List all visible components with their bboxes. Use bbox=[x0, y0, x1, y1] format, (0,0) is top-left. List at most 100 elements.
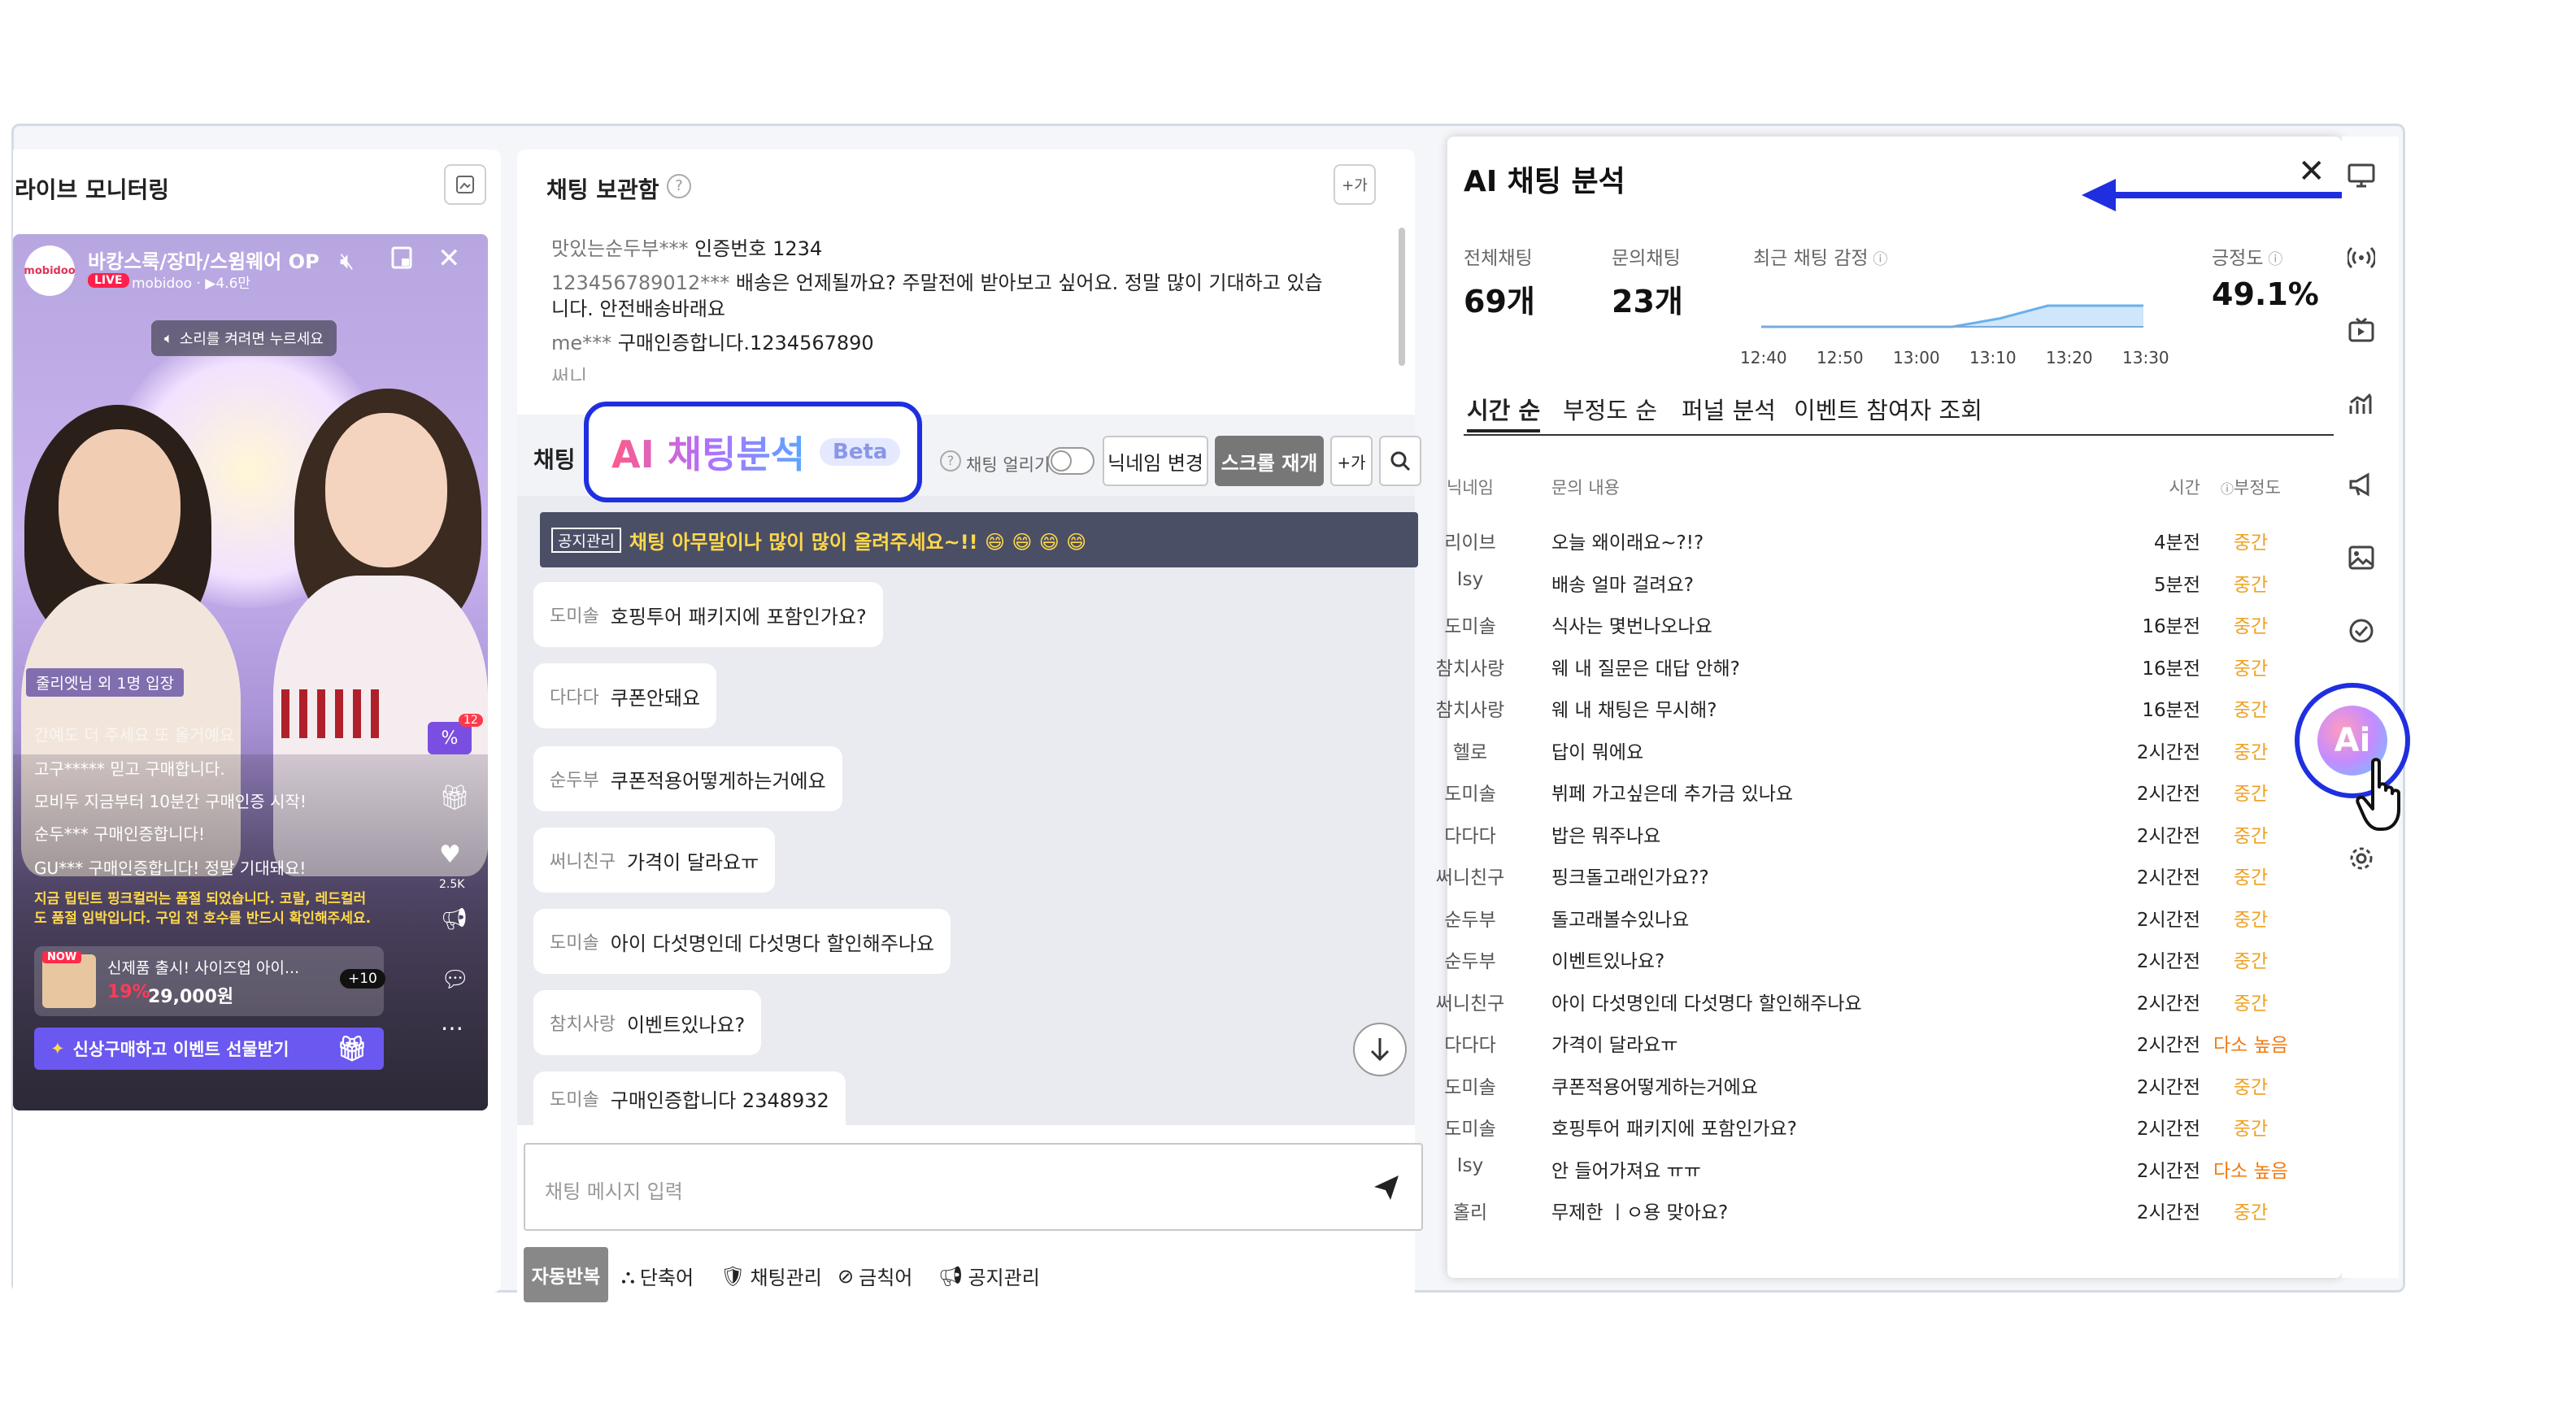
auto-repeat-button[interactable]: 자동반복 bbox=[524, 1247, 608, 1302]
chat-input-placeholder: 채팅 메시지 입력 bbox=[545, 1180, 683, 1203]
help-icon[interactable]: ? bbox=[667, 174, 691, 198]
row-time: 2시간전 bbox=[2136, 951, 2200, 972]
table-row[interactable]: 도미솔 호핑투어 패키지에 포함인가요? 2시간전 중간 bbox=[1431, 1105, 2298, 1145]
check-circle-icon[interactable] bbox=[2345, 615, 2378, 647]
megaphone-icon[interactable] bbox=[2345, 468, 2378, 501]
scroll-down-button[interactable] bbox=[1353, 1023, 1407, 1076]
table-row[interactable]: 참치사랑 웨 내 채팅은 무시해? 16분전 중간 bbox=[1431, 686, 2298, 727]
table-row[interactable]: 순두부 이벤트있나요? 2시간전 중간 bbox=[1431, 937, 2298, 978]
close-icon[interactable]: ✕ bbox=[437, 242, 461, 275]
row-message: 밥은 뭐주나요 bbox=[1551, 825, 1661, 847]
row-message: 배송 얼마 걸려요? bbox=[1551, 574, 1694, 596]
table-row[interactable]: 홀리 무제한 ㅣㅇ용 맞아요? 2시간전 중간 bbox=[1431, 1189, 2298, 1229]
row-nick: Isy bbox=[1456, 568, 1484, 590]
chat-bubble[interactable]: 다다다 쿠폰안돼요 bbox=[533, 663, 717, 728]
video-icon[interactable] bbox=[2345, 314, 2378, 346]
live-chat-0: 간예도 더 주세요 또 올거예요 bbox=[34, 725, 235, 745]
freeze-toggle[interactable] bbox=[1047, 447, 1094, 475]
table-row[interactable]: 써니친구 아이 다섯명인데 다섯명다 할인해주나요 2시간전 중간 bbox=[1431, 980, 2298, 1020]
freeze-help-icon[interactable]: ? bbox=[940, 450, 961, 471]
host-right-face bbox=[325, 413, 447, 567]
product-name: 신제품 출시! 사이즈업 아이... bbox=[107, 959, 300, 977]
col-msg: 문의 내용 bbox=[1551, 478, 1620, 498]
live-chat-3: 순두*** 구매인증합니다! bbox=[34, 824, 205, 844]
notice-manage-button[interactable]: 📢︎ 공지관리 bbox=[938, 1262, 1040, 1290]
row-time: 2시간전 bbox=[2136, 1035, 2200, 1056]
heart-icon[interactable]: ♥ bbox=[439, 841, 461, 869]
event-button[interactable]: ✦ 신상구매하고 이벤트 선물받기 🎁︎ bbox=[34, 1028, 384, 1070]
gift-icon[interactable]: 🎁︎ bbox=[439, 784, 470, 812]
chat-bubble[interactable]: 순두부 쿠폰적용어떻게하는거에요 bbox=[533, 746, 842, 811]
table-row[interactable]: 도미솔 뷔페 가고싶은데 추가금 있나요 2시간전 중간 bbox=[1431, 770, 2298, 810]
nickname-button[interactable]: 닉네임 변경 bbox=[1103, 436, 1208, 486]
announce-icon[interactable]: 📢︎ bbox=[441, 907, 468, 932]
chat-input[interactable]: 채팅 메시지 입력 bbox=[524, 1143, 1423, 1231]
row-negativity: 중간 bbox=[2233, 1119, 2269, 1140]
search-button[interactable] bbox=[1379, 436, 1421, 486]
scroll-resume-button[interactable]: 스크롤 재개 bbox=[1215, 436, 1324, 486]
row-nick: 다다다 bbox=[1444, 1035, 1496, 1056]
chat-bubble[interactable]: 도미솔 구매인증합니다 2348932 bbox=[533, 1071, 846, 1125]
table-row[interactable]: 써니친구 핑크돌고래인가요?? 2시간전 중간 bbox=[1431, 854, 2298, 894]
sentiment-info-icon[interactable]: ⓘ bbox=[1869, 251, 1887, 268]
shortcut-button[interactable]: ⛬ 단축어 bbox=[621, 1262, 694, 1290]
chat-bubble[interactable]: 참치사랑 이벤트있나요? bbox=[533, 990, 762, 1055]
event-button-label: 신상구매하고 이벤트 선물받기 bbox=[72, 1040, 289, 1059]
sparkle-icon: ✦ bbox=[50, 1039, 65, 1058]
live-chat-2: 모비두 지금부터 10분간 구매인증 시작! bbox=[34, 792, 307, 811]
coupon-badge[interactable]: % bbox=[428, 722, 472, 754]
live-chat-1: 고구***** 믿고 구매합니다. bbox=[34, 759, 225, 779]
font-size-button[interactable]: +가 bbox=[1330, 436, 1373, 486]
more-icon[interactable]: ⋯ bbox=[441, 1015, 463, 1041]
live-video-player[interactable]: mobidoo 바캉스룩/장마/스윔웨어 OP LIVE mobidoo · ▶… bbox=[13, 234, 488, 1110]
freeze-label: 채팅 얼리기 bbox=[966, 455, 1051, 475]
row-nick: 순두부 bbox=[1444, 909, 1496, 931]
analytics-icon[interactable] bbox=[2345, 387, 2378, 419]
shortcut-icon: ⛬ bbox=[621, 1264, 635, 1288]
table-row[interactable]: 헬로 답이 뭐에요 2시간전 중간 bbox=[1431, 728, 2298, 769]
bubble-nick: 다다다 bbox=[550, 688, 599, 708]
tab-funnel-analysis[interactable]: 퍼널 분석 bbox=[1682, 392, 1776, 432]
ai-chat-analysis-button[interactable]: AI 채팅분석 Beta bbox=[584, 402, 922, 502]
tab-negativity-order[interactable]: 부정도 순 bbox=[1563, 392, 1657, 432]
sound-hint[interactable]: 🔈︎ 소리를 켜려면 누르세요 bbox=[151, 320, 337, 356]
chat-box-messages: 맛있는순두부*** 인증번호 1234 123456789012*** 배송은 … bbox=[551, 236, 1364, 380]
chat-box-font-button[interactable]: +가 bbox=[1334, 164, 1376, 205]
send-icon[interactable] bbox=[1371, 1172, 1402, 1203]
product-card[interactable]: NOW 신제품 출시! 사이즈업 아이... 19% 29,000원 +10 bbox=[34, 946, 385, 1016]
chat-box-scrollbar[interactable] bbox=[1399, 228, 1405, 366]
row-time: 2시간전 bbox=[2136, 1160, 2200, 1182]
sentiment-tick: 13:10 bbox=[1969, 348, 2017, 367]
capture-button[interactable] bbox=[444, 164, 486, 205]
tab-event-participants[interactable]: 이벤트 참여자 조회 bbox=[1794, 392, 1982, 432]
tab-time-order[interactable]: 시간 순 bbox=[1467, 392, 1541, 432]
chat-bubble[interactable]: 도미솔 호핑투어 패키지에 포함인가요? bbox=[533, 582, 883, 647]
pip-icon[interactable] bbox=[390, 246, 413, 276]
table-row[interactable]: 도미솔 쿠폰적용어떻게하는거에요 2시간전 중간 bbox=[1431, 1063, 2298, 1104]
table-row[interactable]: 다다다 가격이 달라요ㅠ 2시간전 다소 높음 bbox=[1431, 1021, 2298, 1062]
row-message: 호핑투어 패키지에 포함인가요? bbox=[1551, 1119, 1797, 1140]
row-nick: 헬로 bbox=[1452, 741, 1488, 763]
total-chat-value: 69개 bbox=[1464, 284, 1535, 319]
chat-bubble[interactable]: 도미솔 아이 다섯명인데 다섯명다 할인해주나요 bbox=[533, 909, 951, 974]
chat-bubble[interactable]: 써니친구 가격이 달라요ㅠ bbox=[533, 828, 776, 893]
comment-icon[interactable]: 💬︎ bbox=[441, 966, 470, 993]
table-row[interactable]: 다다다 밥은 뭐주나요 2시간전 중간 bbox=[1431, 812, 2298, 853]
banned-words-button[interactable]: ⊘ 금칙어 bbox=[838, 1262, 912, 1290]
row-message: 가격이 달라요ㅠ bbox=[1551, 1035, 1678, 1056]
settings-icon[interactable] bbox=[2345, 842, 2378, 875]
notice-bar: 공지관리 채팅 아무말이나 많이 많이 올려주세요~!! 😄 😄 😄 😄 bbox=[540, 512, 1418, 567]
row-message: 오늘 왜이래요~?!? bbox=[1551, 532, 1704, 554]
product-price: 29,000원 bbox=[148, 987, 234, 1007]
monitor-icon[interactable] bbox=[2345, 159, 2378, 192]
mute-icon[interactable]: 🔇︎ bbox=[340, 247, 355, 275]
row-negativity: 중간 bbox=[2233, 951, 2269, 972]
image-icon[interactable] bbox=[2345, 541, 2378, 574]
table-row[interactable]: 순두부 돌고래볼수있나요 2시간전 중간 bbox=[1431, 896, 2298, 936]
broadcast-icon[interactable] bbox=[2345, 241, 2378, 273]
row-message: 안 들어가져요 ㅠㅠ bbox=[1551, 1160, 1701, 1182]
product-more[interactable]: +10 bbox=[340, 969, 385, 989]
chat-manage-button[interactable]: 🛡︎ 채팅관리 bbox=[720, 1262, 822, 1290]
table-row[interactable]: Isy 안 들어가져요 ㅠㅠ 2시간전 다소 높음 bbox=[1431, 1147, 2298, 1188]
bubble-nick: 써니친구 bbox=[550, 852, 616, 872]
